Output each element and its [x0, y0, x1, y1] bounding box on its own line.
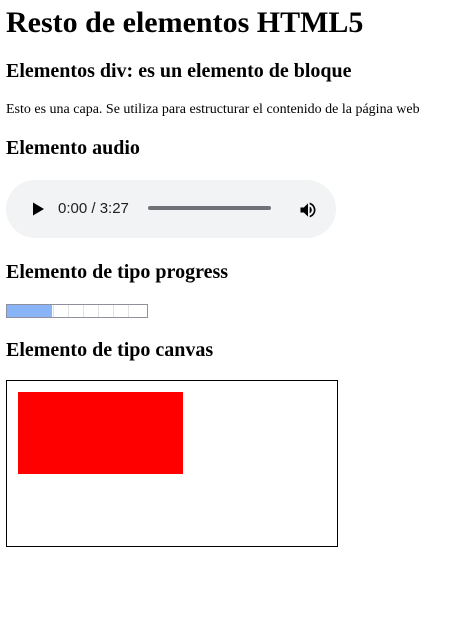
progress-segment — [53, 305, 54, 317]
play-icon[interactable] — [30, 201, 46, 217]
audio-seek-track[interactable] — [148, 206, 271, 210]
volume-icon[interactable] — [298, 200, 318, 220]
progress-segment — [113, 305, 114, 317]
audio-time: 0:00 / 3:27 — [58, 200, 129, 217]
progress-segment — [98, 305, 99, 317]
div-paragraph: Esto es una capa. Se utiliza para estruc… — [6, 102, 420, 117]
heading-audio: Elemento audio — [6, 137, 140, 159]
page-title: Resto de elementos HTML5 — [6, 6, 364, 39]
heading-canvas: Elemento de tipo canvas — [6, 339, 214, 361]
progress-fill — [7, 305, 52, 317]
progress-bar — [6, 304, 148, 318]
audio-player[interactable]: 0:00 / 3:27 — [6, 180, 336, 238]
heading-div: Elementos div: es un elemento de bloque — [6, 60, 352, 82]
progress-segment — [83, 305, 84, 317]
progress-segment — [128, 305, 129, 317]
progress-segment — [68, 305, 69, 317]
canvas-area — [6, 380, 338, 547]
page: Resto de elementos HTML5 Elementos div: … — [0, 0, 458, 617]
heading-progress: Elemento de tipo progress — [6, 261, 229, 283]
canvas-red-rectangle — [18, 392, 183, 474]
